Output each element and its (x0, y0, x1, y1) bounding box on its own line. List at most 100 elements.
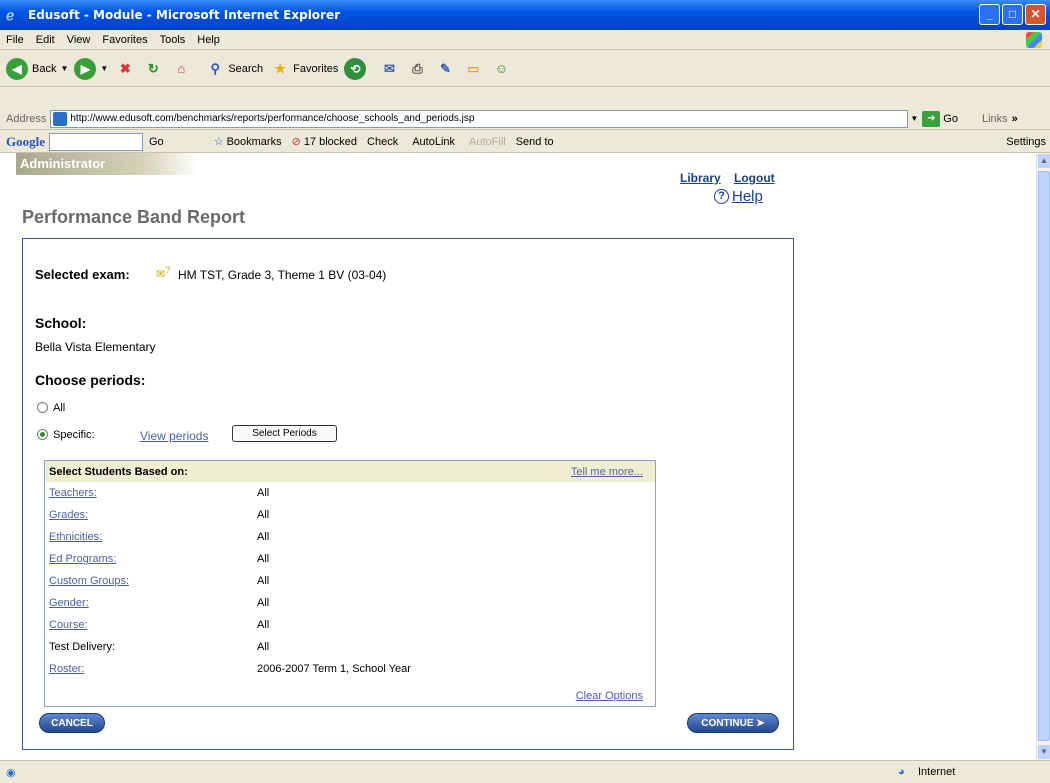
clear-options-link[interactable]: Clear Options (576, 690, 643, 702)
autolink-button[interactable]: AutoLink (412, 136, 455, 148)
google-go-button[interactable]: Go (149, 136, 164, 148)
messenger-button[interactable]: ☺ (490, 58, 512, 80)
bookmark-star-icon: ☆ (213, 136, 224, 148)
internet-zone-icon: ◕ (898, 766, 905, 778)
edit-button[interactable]: ✎ (434, 58, 456, 80)
filter-row-course: Course: All (49, 619, 639, 637)
grades-value: All (257, 509, 270, 521)
menu-edit[interactable]: Edit (36, 34, 55, 46)
role-tab: Administrator (16, 153, 198, 175)
messenger-icon: ☺ (494, 60, 509, 76)
page-icon (53, 111, 68, 126)
search-label: Search (228, 62, 264, 75)
forward-button[interactable]: ▶ ▼ (74, 57, 108, 80)
filter-row-teachers: Teachers: All (49, 487, 639, 505)
standard-toolbar: ◀ Back ▼ ▶ ▼ ✖ ↻ ⌂ ⚲ Search ★ Favorites … (0, 51, 1050, 87)
links-chevron-icon[interactable]: » (1012, 113, 1018, 125)
filter-row-roster: Roster: 2006-2007 Term 1, School Year (49, 663, 639, 681)
logout-link[interactable]: Logout (734, 171, 775, 185)
page-title: Performance Band Report (22, 207, 246, 227)
scrollbar-thumb[interactable] (1038, 171, 1050, 741)
settings-button[interactable]: Settings (1006, 136, 1046, 148)
back-arrow-icon: ◀ (6, 57, 28, 80)
report-options-panel: Selected exam: ✉? HM TST, Grade 3, Theme… (22, 238, 794, 750)
history-button[interactable]: ⟲ (344, 57, 367, 80)
grades-link[interactable]: Grades: (49, 509, 88, 521)
search-icon: ⚲ (210, 60, 221, 76)
autofill-button[interactable]: AutoFill (469, 136, 506, 148)
scroll-down-icon[interactable]: ▼ (1038, 745, 1050, 759)
periods-all-radio[interactable] (37, 402, 48, 413)
roster-link[interactable]: Roster: (49, 663, 84, 675)
filter-title: Select Students Based on: (49, 465, 188, 478)
address-url: http://www.edusoft.com/benchmarks/report… (70, 113, 475, 124)
filter-row-gender: Gender: All (49, 597, 639, 615)
ethnicities-value: All (257, 531, 270, 543)
custom-groups-value: All (257, 575, 270, 587)
vertical-scrollbar[interactable]: ▲ ▼ (1036, 153, 1050, 760)
favorites-button[interactable]: ★ Favorites (269, 58, 338, 80)
close-button[interactable]: ✕ (1025, 4, 1046, 25)
view-periods-link[interactable]: View periods (140, 429, 208, 443)
menu-file[interactable]: File (6, 34, 24, 46)
refresh-button[interactable]: ↻ (142, 58, 164, 80)
select-periods-button[interactable]: Select Periods (232, 425, 337, 442)
help-link[interactable]: ? Help (714, 188, 763, 205)
google-logo[interactable]: Google (6, 134, 45, 150)
stop-icon: ✖ (119, 60, 131, 76)
bookmarks-button[interactable]: Bookmarks (227, 136, 282, 148)
forward-arrow-icon: ▶ (74, 57, 97, 80)
gender-link[interactable]: Gender: (49, 597, 89, 609)
back-button[interactable]: ◀ Back ▼ (6, 57, 68, 80)
address-dropdown-icon[interactable]: ▼ (910, 114, 918, 123)
menu-help[interactable]: Help (197, 34, 220, 46)
address-bar: Address http://www.edusoft.com/benchmark… (0, 108, 1050, 130)
google-search-input[interactable] (49, 132, 143, 151)
search-button[interactable]: ⚲ Search (204, 58, 264, 80)
mail-button[interactable]: ✉ (378, 58, 400, 80)
filter-row-test-delivery: Test Delivery: All (49, 641, 639, 659)
minimize-button[interactable]: _ (979, 4, 1000, 25)
custom-groups-link[interactable]: Custom Groups: (49, 575, 129, 587)
discuss-button[interactable]: ▭ (462, 58, 484, 80)
periods-specific-radio[interactable] (37, 429, 48, 440)
go-button[interactable]: ➔ Go (922, 110, 958, 127)
edit-icon: ✎ (439, 60, 451, 76)
menu-favorites[interactable]: Favorites (102, 34, 147, 46)
status-bar: ◉ ◕ Internet (0, 760, 1050, 783)
popup-blocked-count[interactable]: 17 blocked (304, 136, 357, 148)
maximize-button[interactable]: □ (1002, 4, 1023, 25)
menu-tools[interactable]: Tools (160, 34, 186, 46)
address-input[interactable]: http://www.edusoft.com/benchmarks/report… (50, 109, 909, 128)
filter-header: Select Students Based on: Tell me more..… (45, 461, 655, 482)
course-link[interactable]: Course: (49, 619, 88, 631)
back-label: Back (32, 62, 57, 75)
popup-blocker-icon: ⊘ (291, 136, 301, 148)
test-delivery-label: Test Delivery: (49, 641, 116, 653)
teachers-link[interactable]: Teachers: (49, 487, 97, 499)
address-label: Address (6, 112, 47, 125)
continue-button[interactable]: CONTINUE ➤ (687, 713, 779, 733)
tell-me-more-link[interactable]: Tell me more... (571, 466, 643, 478)
page-viewport: Administrator Library Logout ? Help Perf… (0, 153, 1036, 760)
star-icon: ★ (274, 60, 286, 76)
home-button[interactable]: ⌂ (170, 58, 192, 80)
zone-label: Internet (918, 766, 956, 778)
send-to-button[interactable]: Send to (516, 136, 554, 148)
menu-view[interactable]: View (67, 34, 91, 46)
exam-info-icon[interactable]: ✉? (156, 265, 170, 281)
cancel-button[interactable]: CANCEL (39, 713, 105, 733)
mail-icon: ✉ (383, 60, 395, 76)
roster-value: 2006-2007 Term 1, School Year (257, 663, 411, 675)
ethnicities-link[interactable]: Ethnicities: (49, 531, 102, 543)
printer-icon: ⎙ (412, 60, 423, 76)
links-label[interactable]: Links (982, 113, 1008, 125)
scroll-up-icon[interactable]: ▲ (1038, 154, 1050, 168)
ed-programs-link[interactable]: Ed Programs: (49, 553, 116, 565)
check-button[interactable]: Check (367, 136, 398, 148)
help-icon: ? (714, 189, 729, 204)
library-link[interactable]: Library (680, 171, 721, 185)
favorites-label: Favorites (293, 62, 339, 75)
print-button[interactable]: ⎙ (406, 58, 428, 80)
stop-button[interactable]: ✖ (114, 58, 136, 80)
